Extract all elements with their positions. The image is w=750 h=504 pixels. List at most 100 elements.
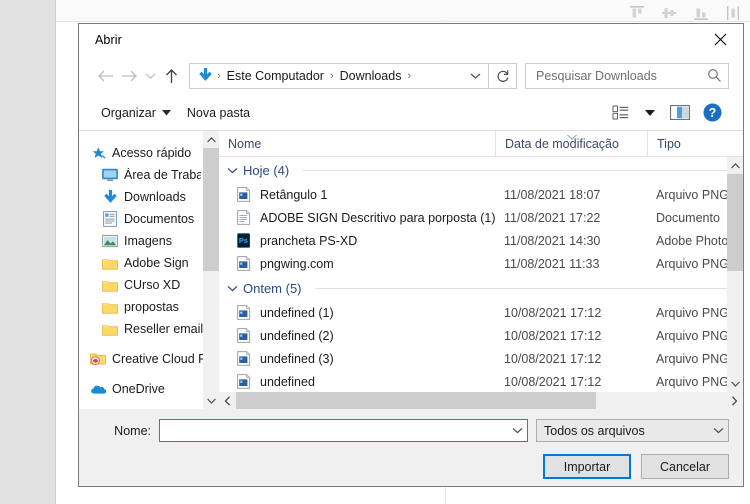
close-icon — [714, 33, 726, 46]
sidebar-item-creative-cloud-fil[interactable]: Creative Cloud Fil — [79, 348, 219, 370]
caret-down-icon — [161, 109, 171, 115]
sidebar-scroll-up-button[interactable] — [203, 131, 219, 148]
sidebar-item-rea-de-traba[interactable]: Área de Traba — [79, 164, 219, 186]
preview-pane-icon — [670, 105, 690, 120]
sidebar-item-adobe-sign[interactable]: Adobe Sign — [79, 252, 219, 274]
chevron-up-sort-icon — [565, 130, 578, 144]
help-button[interactable]: ? — [695, 100, 729, 126]
file-group-header[interactable]: Hoje (4) — [219, 157, 743, 183]
chevron-down-icon — [206, 398, 216, 404]
list-hscroll-thumb[interactable] — [236, 392, 596, 409]
file-date: 10/08/2021 17:12 — [504, 305, 602, 320]
command-bar-right-group: ? — [605, 100, 729, 126]
sidebar-scroll-down-button[interactable] — [203, 392, 219, 409]
file-group-header[interactable]: Ontem (5) — [219, 275, 743, 301]
file-name: ADOBE SIGN Descritivo para porposta (1) — [260, 210, 495, 225]
file-date: 11/08/2021 17:22 — [504, 210, 601, 225]
column-header-date[interactable]: Data de modificação — [495, 131, 647, 157]
cancel-button[interactable]: Cancelar — [641, 454, 729, 479]
file-row[interactable]: Retângulo 1 11/08/2021 18:07 Arquivo PNG — [219, 183, 743, 206]
sidebar-item-label: propostas — [124, 300, 179, 314]
view-options-button[interactable] — [605, 100, 635, 126]
file-name-cell: ADOBE SIGN Descritivo para porposta (1) — [219, 210, 495, 226]
documents-icon — [101, 210, 119, 228]
list-scroll-left-button[interactable] — [219, 392, 236, 409]
column-header-name[interactable]: Nome — [219, 131, 495, 157]
file-group-label: Hoje (4) — [243, 162, 290, 178]
file-row[interactable]: undefined (3) 10/08/2021 17:12 Arquivo PNG — [219, 347, 743, 370]
list-scroll-down-button[interactable] — [727, 375, 743, 392]
chevron-left-icon — [224, 395, 230, 406]
sidebar-item-documentos[interactable]: Documentos — [79, 208, 219, 230]
breadcrumb-dropdown-button[interactable] — [464, 64, 486, 88]
search-input[interactable] — [534, 67, 707, 84]
file-name: pngwing.com — [260, 256, 334, 271]
png-file-icon — [236, 305, 252, 321]
breadcrumb-segment-1[interactable]: Downloads — [337, 69, 405, 83]
new-folder-button[interactable]: Nova pasta — [179, 100, 258, 126]
dialog-buttons: Importar Cancelar — [93, 454, 729, 479]
filename-label: Nome: — [114, 423, 151, 438]
list-scroll-up-button[interactable] — [727, 157, 743, 174]
column-header-type[interactable]: Tipo — [647, 131, 750, 157]
file-type-filter[interactable]: Todos os arquivos — [536, 419, 729, 442]
up-button[interactable] — [159, 63, 183, 89]
png-file-icon — [236, 351, 252, 367]
png-file-icon — [236, 374, 252, 390]
view-options-caret[interactable] — [635, 100, 665, 126]
file-row[interactable]: Ps prancheta PS-XD 11/08/2021 14:30 Adobe P… — [219, 229, 743, 252]
sidebar-item-downloads[interactable]: Downloads — [79, 186, 219, 208]
back-button[interactable] — [93, 63, 117, 89]
file-row[interactable]: undefined (2) 10/08/2021 17:12 Arquivo PNG — [219, 324, 743, 347]
file-row[interactable]: undefined 10/08/2021 17:12 Arquivo PNG — [219, 370, 743, 392]
file-row[interactable]: ADOBE SIGN Descritivo para porposta (1) 1… — [219, 206, 743, 229]
file-list-vertical-scrollbar[interactable] — [727, 157, 743, 392]
chevron-down-icon — [227, 167, 238, 174]
refresh-button[interactable] — [489, 62, 517, 89]
search-box[interactable] — [525, 62, 729, 89]
chevron-down-icon — [713, 427, 724, 434]
chevron-right-icon — [732, 395, 738, 406]
dialog-titlebar: Abrir — [79, 24, 743, 56]
sidebar-item-propostas[interactable]: propostas — [79, 296, 219, 318]
organize-button[interactable]: Organizar — [93, 100, 179, 126]
preview-pane-button[interactable] — [665, 100, 695, 126]
sidebar-item-acesso-r-pido[interactable]: Acesso rápido — [79, 142, 219, 164]
downloads-arrow-icon — [196, 67, 214, 85]
svg-text:Ps: Ps — [239, 236, 248, 245]
list-scroll-right-button[interactable] — [726, 392, 743, 409]
close-button[interactable] — [697, 24, 743, 55]
breadcrumb-separator-0: › — [217, 69, 221, 82]
list-scroll-thumb[interactable] — [727, 174, 743, 271]
file-rows-container: Hoje (4) Retângulo 1 11/08/2021 18:07 Arqui… — [219, 157, 743, 392]
sidebar-item-onedrive[interactable]: OneDrive — [79, 378, 219, 400]
filename-field[interactable] — [159, 419, 528, 442]
file-row[interactable]: pngwing.com 11/08/2021 11:33 Arquivo PNG — [219, 252, 743, 275]
file-name-cell: pngwing.com — [219, 256, 495, 272]
photoshop-file-icon: Ps — [236, 233, 252, 249]
dialog-footer: Nome: Todos os arquivos Importar Cancela… — [79, 409, 743, 486]
filename-dropdown-button[interactable] — [507, 420, 527, 441]
sidebar-item-imagens[interactable]: Imagens — [79, 230, 219, 252]
sidebar-scrollbar[interactable] — [203, 131, 219, 409]
breadcrumb-separator-1: › — [329, 69, 334, 82]
organize-label: Organizar — [101, 105, 156, 120]
sidebar-item-curso-xd[interactable]: CUrso XD — [79, 274, 219, 296]
file-name-cell: undefined — [219, 374, 495, 390]
sidebar-item-label: Creative Cloud Fil — [112, 352, 212, 366]
filename-input[interactable] — [165, 422, 507, 439]
sidebar-item-label: Área de Traba — [124, 168, 201, 182]
filename-row: Nome: Todos os arquivos — [93, 419, 729, 442]
background-left-panel — [0, 0, 56, 504]
sidebar-item-reseller-email-te[interactable]: Reseller email te — [79, 318, 219, 340]
file-list-horizontal-scrollbar[interactable] — [219, 392, 743, 409]
breadcrumb[interactable]: › Este Computador › Downloads › — [189, 62, 489, 89]
search-icon — [708, 69, 721, 82]
import-button[interactable]: Importar — [543, 454, 631, 479]
breadcrumb-segment-0[interactable]: Este Computador — [224, 69, 327, 83]
file-row[interactable]: undefined (1) 10/08/2021 17:12 Arquivo PNG — [219, 301, 743, 324]
forward-button[interactable] — [117, 63, 141, 89]
sidebar-item-label: Documentos — [124, 212, 195, 226]
sidebar-scroll-thumb[interactable] — [203, 148, 219, 271]
recent-locations-button[interactable] — [141, 63, 159, 89]
